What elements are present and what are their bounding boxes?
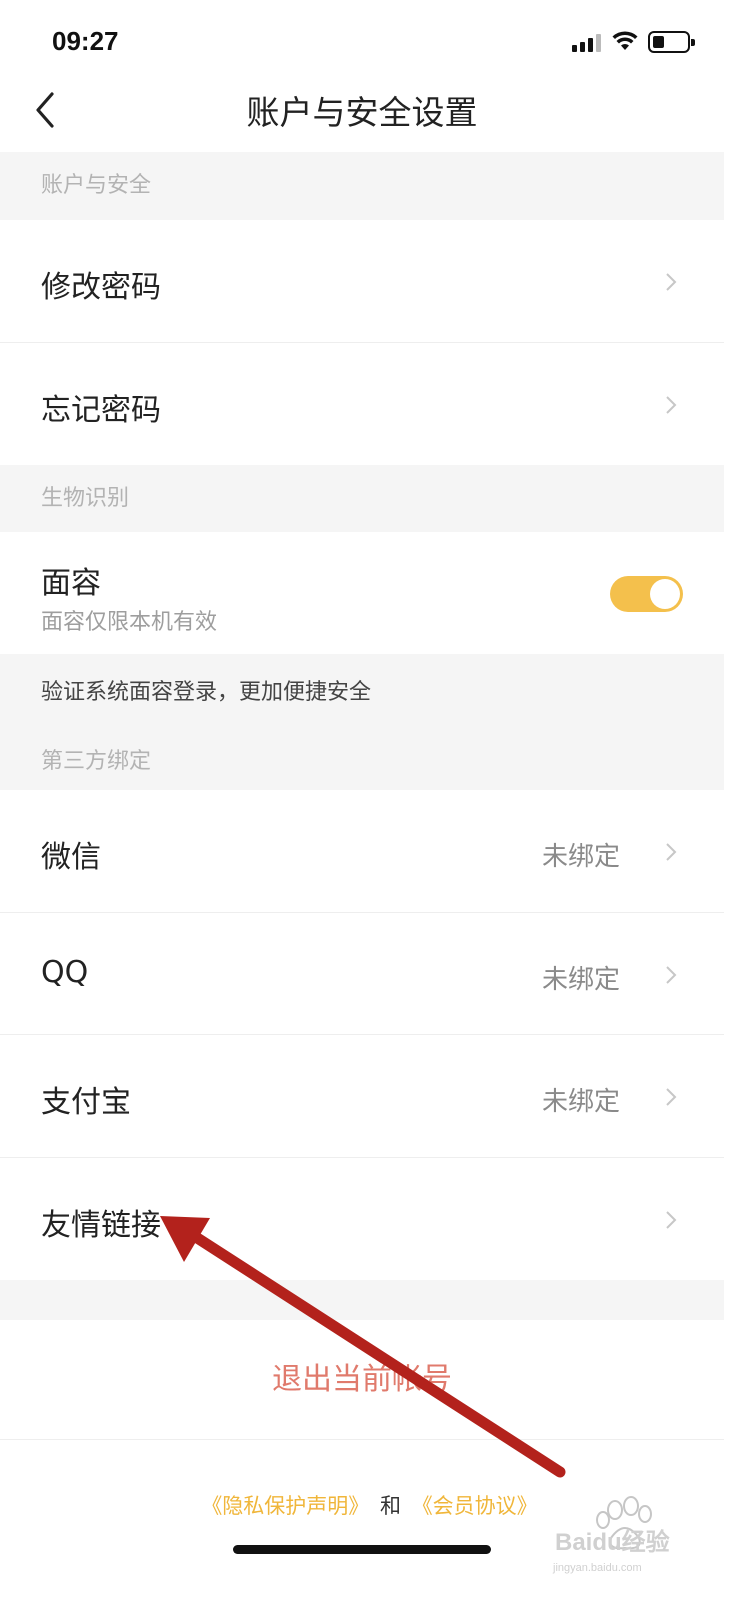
row-label: 友情链接	[41, 1208, 161, 1243]
row-label: 支付宝	[41, 1085, 131, 1120]
privacy-link[interactable]: 《隐私保护声明》	[201, 1494, 369, 1518]
chevron-right-icon	[666, 1088, 677, 1106]
status-time: 09:27	[52, 26, 119, 56]
section-header-label: 账户与安全	[41, 173, 152, 198]
member-agreement-link[interactable]: 《会员协议》	[412, 1494, 538, 1518]
face-note: 验证系统面容登录，更加便捷安全	[41, 680, 372, 705]
row-change-password[interactable]: 修改密码	[0, 220, 724, 343]
logout-label: 退出当前帐号	[272, 1362, 452, 1397]
row-sublabel: 面容仅限本机有效	[41, 610, 218, 635]
toggle-knob	[650, 579, 680, 609]
watermark-subtext: jingyan.baidu.com	[553, 1562, 642, 1574]
row-label: 忘记密码	[41, 393, 161, 428]
logout-button[interactable]: 退出当前帐号	[0, 1320, 724, 1440]
battery-icon	[648, 31, 695, 53]
wifi-icon	[612, 31, 638, 50]
page-title: 账户与安全设置	[246, 93, 478, 132]
row-label: 修改密码	[41, 270, 161, 305]
row-wechat[interactable]: 微信 未绑定	[0, 790, 724, 913]
footer-conjunction: 和	[380, 1494, 401, 1518]
home-indicator	[233, 1545, 491, 1554]
bind-status: 未绑定	[541, 965, 620, 995]
row-alipay[interactable]: 支付宝 未绑定	[0, 1035, 724, 1158]
row-face-id: 面容 面容仅限本机有效	[0, 532, 724, 654]
face-note-block: 验证系统面容登录，更加便捷安全 第三方绑定	[0, 654, 724, 790]
page-edge	[724, 0, 739, 1600]
section-spacer	[0, 1280, 724, 1320]
face-id-toggle[interactable]	[610, 576, 683, 612]
row-qq[interactable]: QQ 未绑定	[0, 913, 724, 1035]
chevron-right-icon	[666, 843, 677, 861]
baidu-watermark: Baidu经验 jingyan.baidu.com	[553, 1480, 693, 1590]
section-header-label: 第三方绑定	[41, 749, 152, 774]
signal-icon	[572, 34, 602, 52]
nav-bar: 账户与安全设置	[0, 70, 724, 152]
chevron-right-icon	[666, 396, 677, 414]
row-label: 面容	[41, 566, 101, 601]
chevron-right-icon	[666, 966, 677, 984]
row-label: 微信	[41, 840, 101, 875]
watermark-text: Baidu经验	[555, 1529, 670, 1556]
section-header-biometric: 生物识别	[0, 465, 724, 532]
row-friend-links[interactable]: 友情链接	[0, 1158, 724, 1280]
bind-status: 未绑定	[541, 842, 620, 872]
chevron-right-icon	[666, 273, 677, 291]
bind-status: 未绑定	[541, 1087, 620, 1117]
row-forgot-password[interactable]: 忘记密码	[0, 343, 724, 465]
row-label: QQ	[41, 955, 89, 990]
chevron-right-icon	[666, 1211, 677, 1229]
section-header-account: 账户与安全	[0, 152, 724, 220]
section-header-label: 生物识别	[41, 486, 130, 511]
